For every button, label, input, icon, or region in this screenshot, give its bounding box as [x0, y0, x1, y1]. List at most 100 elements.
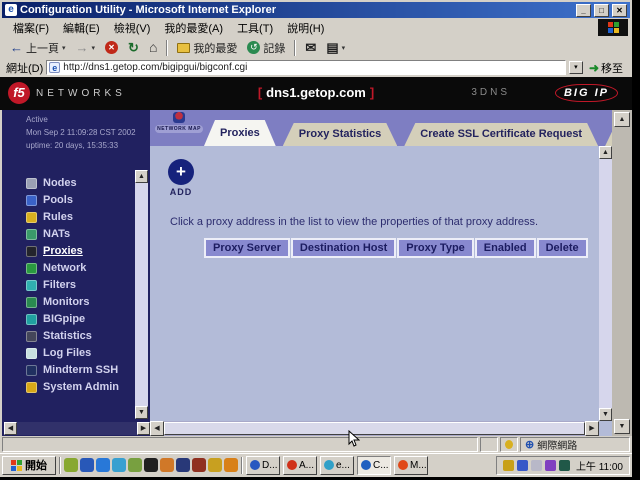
sidebar-item-system-admin[interactable]: System Admin — [2, 379, 150, 396]
content-frame: NETWORK MAP Proxies Proxy Statistics Cre… — [150, 110, 612, 436]
menu-favorites[interactable]: 我的最愛(A) — [157, 18, 230, 38]
url-dropdown-icon[interactable]: ▾ — [569, 61, 583, 74]
scroll-right-icon[interactable]: ▶ — [137, 422, 150, 435]
stop-button[interactable]: ✕ — [101, 40, 122, 55]
taskbar-window-button[interactable]: M... — [394, 456, 428, 475]
sidebar-item-filters[interactable]: Filters — [2, 277, 150, 294]
start-button[interactable]: 開始 — [2, 456, 56, 475]
sidebar-item-nats[interactable]: NATs — [2, 226, 150, 243]
sidebar-horizontal-scrollbar[interactable]: ◀ ▶ — [4, 422, 150, 435]
refresh-icon: ↻ — [128, 41, 139, 54]
status-message-pane — [2, 437, 478, 452]
sidebar-item-statistics[interactable]: Statistics — [2, 328, 150, 345]
quick-launch-icon[interactable] — [112, 458, 126, 472]
refresh-button[interactable]: ↻ — [124, 40, 143, 55]
start-label: 開始 — [25, 457, 47, 473]
quick-launch-icon[interactable] — [224, 458, 238, 472]
quick-launch-icon[interactable] — [144, 458, 158, 472]
sidebar-vertical-scrollbar[interactable]: ▲ ▼ — [135, 170, 148, 419]
maximize-button[interactable]: □ — [594, 4, 609, 17]
scroll-down-icon[interactable]: ▼ — [599, 408, 612, 421]
sidebar-item-bigpipe[interactable]: BIGpipe — [2, 311, 150, 328]
quick-launch-icon[interactable] — [192, 458, 206, 472]
scroll-left-icon[interactable]: ◀ — [4, 422, 17, 435]
quick-launch-icon[interactable] — [208, 458, 222, 472]
dns-product-link[interactable]: 3DNS — [471, 87, 510, 98]
taskbar-window-button[interactable]: e... — [320, 456, 354, 475]
scrollbar-track[interactable] — [599, 159, 612, 408]
network-map-button[interactable]: NETWORK MAP — [155, 112, 203, 133]
task-label: e... — [336, 460, 350, 471]
forward-dropdown-icon[interactable]: ▾ — [92, 44, 96, 52]
taskbar-window-button[interactable]: A... — [283, 456, 317, 475]
quick-launch-icon[interactable] — [160, 458, 174, 472]
quick-launch-icon[interactable] — [128, 458, 142, 472]
window-titlebar[interactable]: e Configuration Utility - Microsoft Inte… — [2, 2, 630, 18]
main-region: Active Mon Sep 2 11:09:28 CST 2002 uptim… — [0, 110, 632, 436]
url-input[interactable]: e http://dns1.getop.com/bigipgui/bigconf… — [46, 60, 566, 75]
tray-icon[interactable] — [545, 460, 556, 471]
mail-button[interactable]: ✉ — [301, 40, 320, 55]
menu-view[interactable]: 檢視(V) — [107, 18, 158, 38]
menu-help[interactable]: 說明(H) — [280, 18, 331, 38]
menu-edit[interactable]: 編輯(E) — [56, 18, 107, 38]
content-horizontal-scrollbar[interactable]: ◀ ▶ — [150, 421, 599, 436]
quick-launch-icon[interactable] — [96, 458, 110, 472]
tab-proxy-statistics[interactable]: Proxy Statistics — [283, 123, 398, 146]
quick-launch-icon[interactable] — [176, 458, 190, 472]
scroll-down-icon[interactable]: ▼ — [135, 406, 148, 419]
scroll-left-icon[interactable]: ◀ — [150, 421, 164, 436]
tab-install-ssl-certificate[interactable]: Install SSL Certif — [605, 123, 612, 146]
minimize-button[interactable]: _ — [576, 4, 591, 17]
scroll-up-icon[interactable]: ▲ — [135, 170, 148, 183]
add-proxy-button[interactable]: + — [168, 159, 194, 185]
bigip-product-link[interactable]: BIG IP — [555, 84, 618, 102]
print-dropdown-icon[interactable]: ▾ — [342, 44, 346, 52]
close-button[interactable]: ✕ — [612, 4, 627, 17]
content-vertical-scrollbar[interactable]: ▲ ▼ — [599, 146, 612, 421]
sidebar-item-pools[interactable]: Pools — [2, 192, 150, 209]
favorites-button[interactable]: 我的最愛 — [173, 39, 241, 57]
go-button[interactable]: ➜ 移至 — [586, 60, 626, 76]
quick-launch-icon[interactable] — [80, 458, 94, 472]
sidebar-item-nodes[interactable]: Nodes — [2, 175, 150, 192]
tray-icon[interactable] — [531, 460, 542, 471]
scrollbar-thumb[interactable] — [164, 422, 585, 435]
home-button[interactable]: ⌂ — [145, 40, 161, 55]
menu-tools[interactable]: 工具(T) — [230, 18, 280, 38]
tab-create-ssl-certificate-request[interactable]: Create SSL Certificate Request — [404, 123, 598, 146]
task-icon — [250, 460, 260, 470]
tray-icon[interactable] — [503, 460, 514, 471]
tab-proxies[interactable]: Proxies — [204, 120, 276, 146]
back-button[interactable]: ← 上一頁 ▾ — [6, 39, 70, 57]
sidebar-item-proxies[interactable]: Proxies — [2, 243, 150, 260]
column-header-destination-host[interactable]: Destination Host — [291, 238, 396, 258]
scroll-up-icon[interactable]: ▲ — [614, 112, 630, 127]
scroll-up-icon[interactable]: ▲ — [599, 146, 612, 159]
sidebar: Active Mon Sep 2 11:09:28 CST 2002 uptim… — [0, 110, 150, 436]
scrollbar-track[interactable] — [135, 183, 148, 406]
sidebar-item-network[interactable]: Network — [2, 260, 150, 277]
history-button[interactable]: ↺ 記錄 — [243, 39, 289, 57]
column-header-delete[interactable]: Delete — [537, 238, 588, 258]
scroll-right-icon[interactable]: ▶ — [585, 421, 599, 436]
forward-button[interactable]: → ▾ — [72, 40, 100, 55]
sidebar-item-log-files[interactable]: Log Files — [2, 345, 150, 362]
quick-launch-icon[interactable] — [64, 458, 78, 472]
tray-icon[interactable] — [517, 460, 528, 471]
sidebar-item-monitors[interactable]: Monitors — [2, 294, 150, 311]
column-header-proxy-type[interactable]: Proxy Type — [397, 238, 474, 258]
sidebar-item-rules[interactable]: Rules — [2, 209, 150, 226]
tray-icon[interactable] — [559, 460, 570, 471]
print-button[interactable]: ▤ ▾ — [322, 40, 349, 55]
column-header-enabled[interactable]: Enabled — [475, 238, 536, 258]
scroll-down-icon[interactable]: ▼ — [614, 419, 630, 434]
taskbar-window-button[interactable]: D... — [246, 456, 280, 475]
back-dropdown-icon[interactable]: ▾ — [62, 44, 66, 52]
sidebar-item-mindterm-ssh[interactable]: Mindterm SSH — [2, 362, 150, 379]
taskbar-window-button-active[interactable]: C... — [357, 456, 391, 475]
menu-file[interactable]: 檔案(F) — [6, 18, 56, 38]
window-vertical-scrollbar[interactable]: ▲ ▼ — [612, 110, 632, 436]
column-header-proxy-server[interactable]: Proxy Server — [204, 238, 290, 258]
system-tray: 上午 11:00 — [496, 456, 630, 475]
